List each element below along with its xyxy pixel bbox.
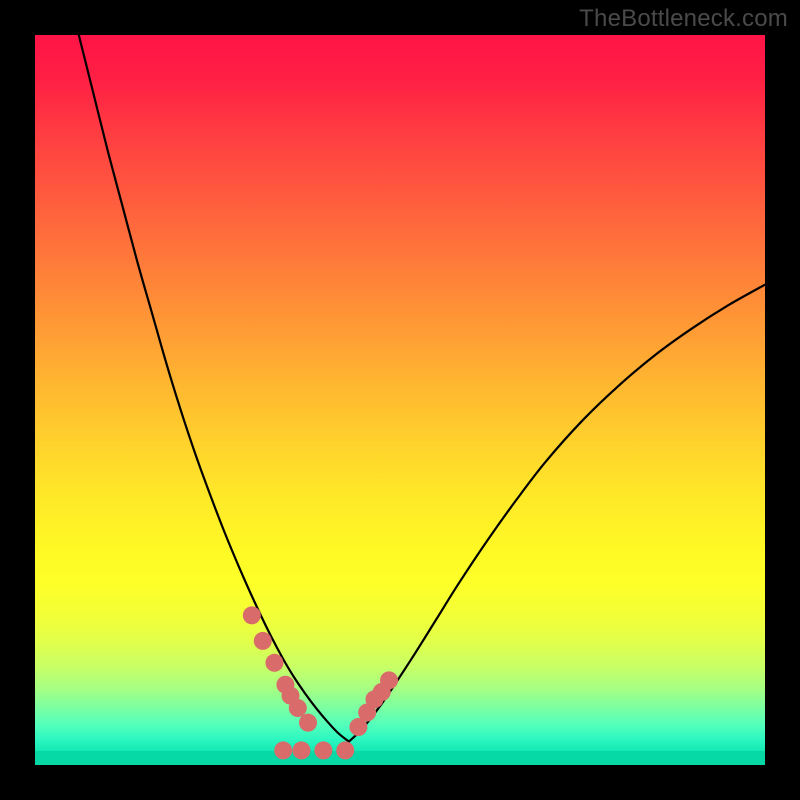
- marker-dot: [336, 741, 354, 759]
- marker-dot: [314, 741, 332, 759]
- curves-svg: [35, 35, 765, 765]
- right-curve: [349, 285, 765, 742]
- marker-dot: [265, 654, 283, 672]
- left-curve: [79, 35, 349, 742]
- marker-dot: [243, 606, 261, 624]
- marker-dot: [274, 741, 292, 759]
- marker-dot: [254, 632, 272, 650]
- marker-dot: [289, 699, 307, 717]
- marker-dot: [299, 714, 317, 732]
- plot-area: [35, 35, 765, 765]
- marker-dot: [380, 671, 398, 689]
- markers-group: [243, 606, 398, 759]
- watermark-text: TheBottleneck.com: [579, 5, 788, 33]
- chart-frame: TheBottleneck.com: [0, 0, 800, 800]
- marker-dot: [292, 741, 310, 759]
